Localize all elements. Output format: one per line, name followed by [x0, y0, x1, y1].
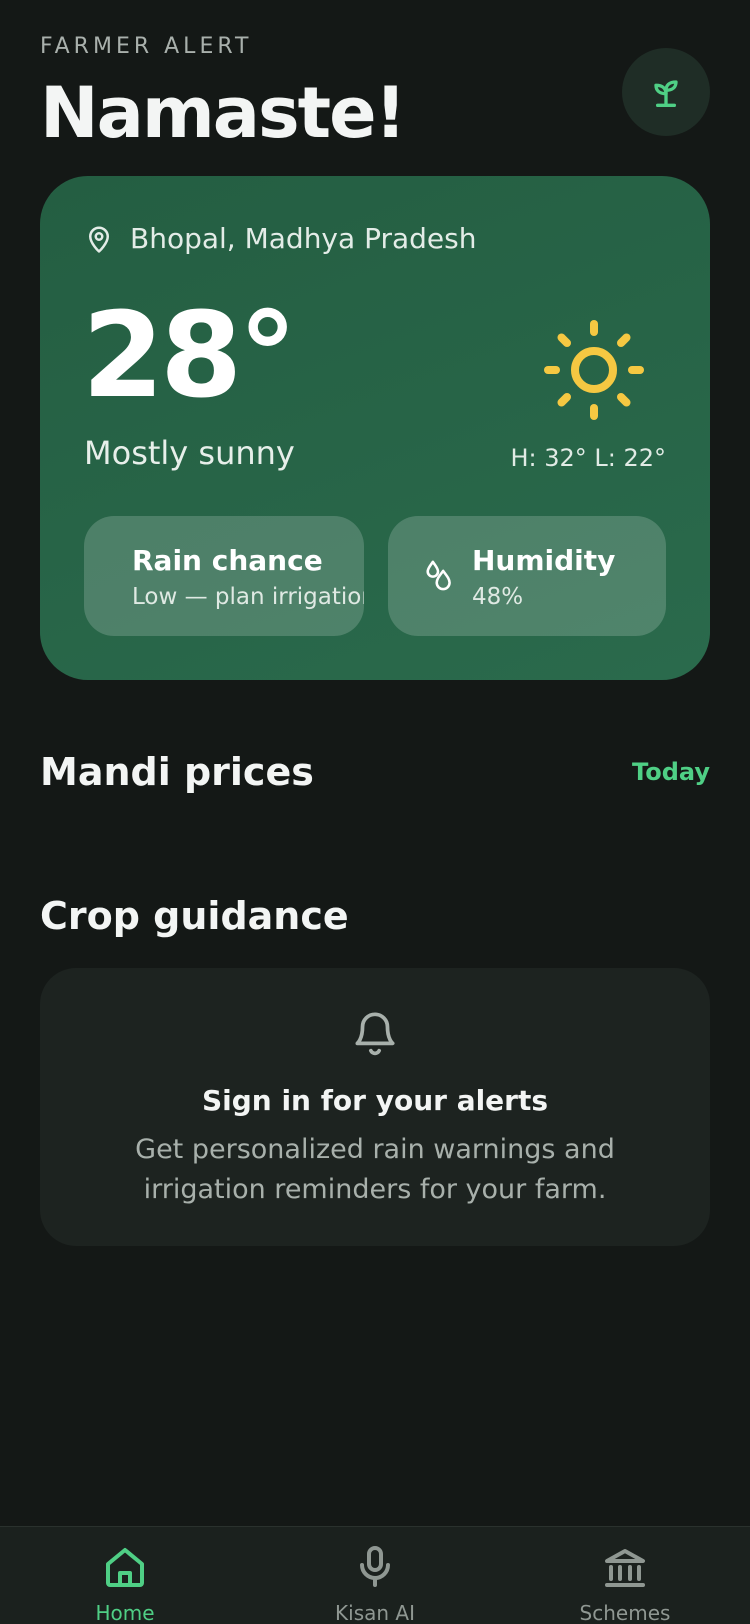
nav-schemes-label: Schemes — [579, 1601, 671, 1624]
nav-kisan-ai-label: Kisan AI — [335, 1601, 415, 1624]
location: Bhopal, Madhya Pradesh — [84, 222, 476, 255]
high-low-temp: H: 32° L: 22° — [510, 444, 666, 472]
app-eyebrow: FARMER ALERT — [40, 34, 253, 59]
home-icon — [106, 1548, 144, 1587]
location-label: Bhopal, Madhya Pradesh — [130, 222, 477, 255]
nav-schemes[interactable]: Schemes — [500, 1527, 750, 1624]
profile-button[interactable] — [622, 48, 710, 136]
mandi-prices-title: Mandi prices — [40, 750, 314, 794]
crop-guidance-title: Crop guidance — [40, 894, 349, 938]
microphone-icon — [360, 1546, 390, 1587]
home-screen: FARMER ALERT Namaste! Bhopal, Madhya Pra… — [0, 0, 750, 1624]
nav-home[interactable]: Home — [0, 1527, 250, 1624]
mandi-today-link[interactable]: Today — [632, 758, 710, 786]
alert-description: Get personalized rain warnings and irrig… — [135, 1134, 615, 1205]
nav-kisan-ai[interactable]: Kisan AI — [250, 1527, 500, 1624]
location-pin-icon — [89, 226, 109, 253]
bell-icon — [355, 1012, 395, 1056]
alert-title: Sign in for your alerts — [201, 1084, 549, 1117]
temperature: 28° — [82, 286, 297, 424]
sign-in-alert-card[interactable]: Sign in for your alerts Get personalized… — [40, 968, 710, 1246]
droplets-icon — [426, 560, 451, 591]
humidity-tile[interactable]: Humidity 48% — [388, 516, 666, 636]
rain-chance-tile[interactable]: Rain chance Low — plan irrigation — [84, 516, 364, 636]
weather-card[interactable]: Bhopal, Madhya Pradesh 28° Mostly sunny … — [40, 176, 710, 680]
rain-chance-value: Low — plan irrigation — [132, 584, 364, 610]
bank-icon — [605, 1549, 645, 1587]
sprout-icon — [654, 80, 678, 108]
humidity-title: Humidity — [472, 544, 616, 577]
weather-condition: Mostly sunny — [84, 434, 295, 472]
nav-home-label: Home — [95, 1601, 155, 1624]
greeting-title: Namaste! — [40, 72, 407, 154]
bottom-navigation: Home Kisan AI Schemes — [0, 1526, 750, 1624]
sun-icon — [544, 320, 644, 420]
rain-chance-title: Rain chance — [132, 544, 323, 577]
humidity-value: 48% — [472, 584, 524, 610]
